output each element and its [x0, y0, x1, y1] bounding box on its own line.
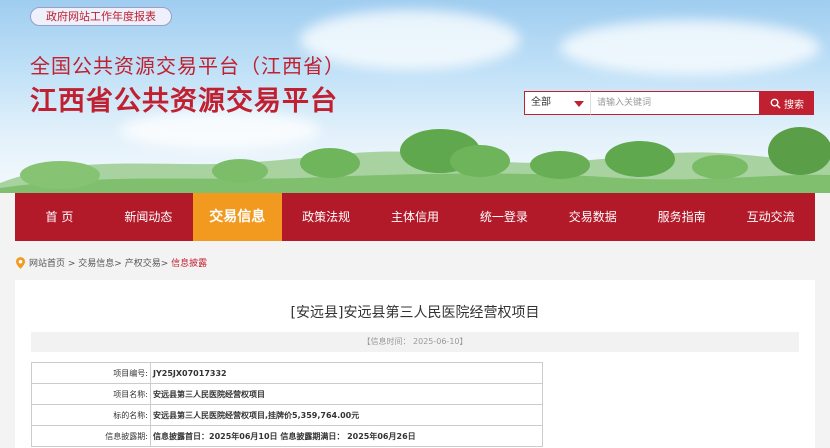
table-row: 项目名称: 安远县第三人民医院经营权项目	[31, 383, 543, 405]
chevron-down-icon	[574, 101, 584, 107]
location-pin-icon	[16, 256, 25, 269]
search-button-label: 搜索	[784, 99, 804, 111]
row-value: 信息披露首日：2025年06月10日 信息披露期满日： 2025年06月26日	[150, 425, 543, 447]
nav-item-news[interactable]: 新闻动态	[104, 193, 193, 241]
nav-item-interaction[interactable]: 互动交流	[726, 193, 815, 241]
hills-illustration	[0, 127, 830, 193]
search-input[interactable]	[590, 91, 760, 115]
nav-item-credit[interactable]: 主体信用	[371, 193, 460, 241]
nav-item-login[interactable]: 统一登录	[459, 193, 548, 241]
header-banner: 政府网站工作年度报表 全国公共资源交易平台（江西省） 江西省公共资源交易平台 全…	[0, 0, 830, 193]
main-nav: 首 页 新闻动态 交易信息 政策法规 主体信用 统一登录 交易数据 服务指南 互…	[15, 193, 815, 241]
row-label: 信息披露期:	[31, 425, 151, 447]
row-label: 标的名称:	[31, 404, 151, 426]
table-row: 标的名称: 安远县第三人民医院经营权项目,挂牌价5,359,764.00元	[31, 404, 543, 426]
table-row: 项目编号: JY25JX07017332	[31, 362, 543, 384]
row-value: 安远县第三人民医院经营权项目	[150, 383, 543, 405]
breadcrumb-current: 信息披露	[171, 259, 208, 269]
nav-item-trading-data[interactable]: 交易数据	[548, 193, 637, 241]
row-label: 项目名称:	[31, 383, 151, 405]
info-date: 【信息时间： 2025-06-10】	[31, 332, 799, 352]
breadcrumb-home[interactable]: 网站首页	[29, 259, 65, 269]
row-value: 安远县第三人民医院经营权项目,挂牌价5,359,764.00元	[150, 404, 543, 426]
nav-item-home[interactable]: 首 页	[15, 193, 104, 241]
page-title: [安远县]安远县第三人民医院经营权项目	[290, 305, 540, 321]
search-button[interactable]: 搜索	[760, 91, 814, 115]
table-row: 信息披露期: 信息披露首日：2025年06月10日 信息披露期满日： 2025年…	[31, 425, 543, 447]
platform-title-province: 江西省公共资源交易平台	[30, 86, 338, 117]
breadcrumb-trading-info[interactable]: 交易信息	[78, 259, 114, 269]
search-scope-select[interactable]: 全部	[524, 91, 590, 115]
nav-item-trading-info[interactable]: 交易信息	[192, 193, 282, 241]
row-value: JY25JX07017332	[150, 362, 543, 384]
nav-item-policy[interactable]: 政策法规	[282, 193, 371, 241]
platform-title-national: 全国公共资源交易平台（江西省）	[30, 54, 345, 78]
breadcrumb: 网站首页 > 交易信息> 产权交易> 信息披露	[16, 256, 207, 269]
search-icon	[770, 98, 781, 109]
annual-report-link[interactable]: 政府网站工作年度报表	[30, 7, 172, 26]
row-label: 项目编号:	[31, 362, 151, 384]
search-scope-value: 全部	[531, 97, 551, 108]
breadcrumb-property-trading[interactable]: 产权交易	[125, 259, 161, 269]
nav-item-service-guide[interactable]: 服务指南	[637, 193, 726, 241]
search-bar: 全部 搜索	[524, 91, 814, 115]
content-panel: [安远县]安远县第三人民医院经营权项目 【信息时间： 2025-06-10】 项…	[15, 280, 815, 448]
project-info-table: 项目编号: JY25JX07017332 项目名称: 安远县第三人民医院经营权项…	[31, 362, 543, 447]
